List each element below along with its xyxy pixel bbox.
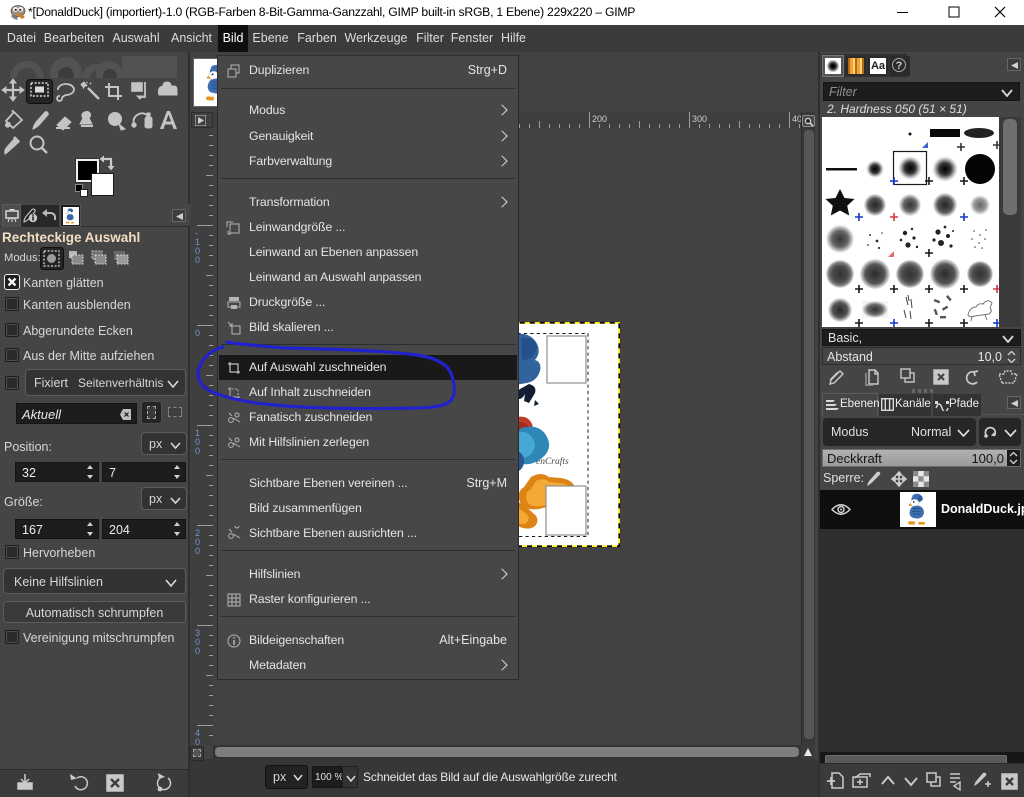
- svg-text:0: 0: [195, 446, 200, 456]
- svg-text:300: 300: [692, 114, 707, 124]
- svg-text:0: 0: [195, 546, 200, 556]
- svg-text:0: 0: [195, 646, 200, 656]
- svg-text:200: 200: [592, 114, 607, 124]
- svg-text:400: 400: [792, 114, 801, 124]
- svg-text:enCrafts: enCrafts: [536, 456, 569, 467]
- svg-text:0: 0: [195, 255, 200, 265]
- svg-text:0: 0: [195, 737, 200, 745]
